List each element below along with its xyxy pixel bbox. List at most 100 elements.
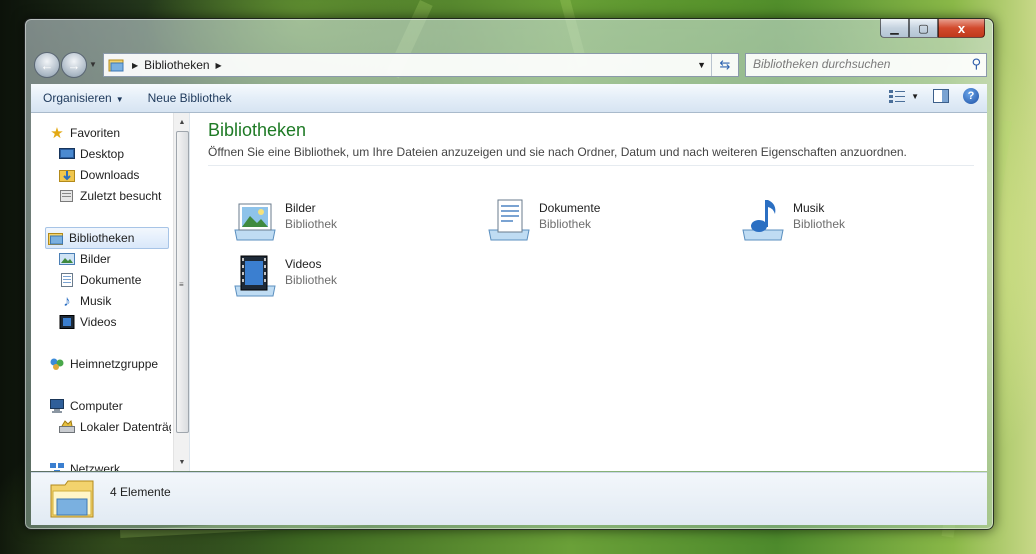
network-icon (49, 461, 65, 471)
navigation-pane: ★ Favoriten Desktop Downloads Zuletzt be… (31, 113, 171, 471)
documents-icon (59, 272, 75, 288)
recent-pages-dropdown[interactable]: ▼ (89, 60, 97, 69)
help-icon[interactable]: ? (963, 88, 979, 104)
pictures-icon (59, 251, 75, 267)
sidebar-item-label: Downloads (80, 168, 140, 182)
star-icon: ★ (50, 125, 64, 142)
preview-pane-icon[interactable] (933, 89, 949, 103)
sidebar-item-label: Netzwerk (70, 462, 121, 471)
library-name: Dokumente (539, 201, 601, 215)
close-button[interactable]: x (938, 19, 985, 38)
sidebar-item-recent[interactable]: Zuletzt besucht (59, 186, 161, 206)
new-library-button[interactable]: Neue Bibliothek (136, 91, 244, 105)
library-name: Musik (793, 201, 825, 215)
view-list-icon (889, 90, 906, 103)
breadcrumb-libraries[interactable]: Bibliotheken (144, 58, 209, 72)
forward-arrow-icon: → (67, 57, 81, 73)
libraries-folder-icon (50, 480, 94, 518)
library-type: Bibliothek (285, 217, 338, 231)
scroll-up-icon[interactable]: ▲ (174, 115, 190, 129)
sidebar-item-label: Dokumente (80, 273, 142, 287)
sidebar-item-pictures[interactable]: Bilder (59, 249, 111, 269)
organize-button[interactable]: Organisieren ▼ (31, 91, 136, 105)
scrollbar-thumb[interactable]: ≡ (176, 131, 189, 433)
library-type: Bibliothek (539, 217, 592, 231)
sidebar-item-label: Lokaler Datenträger (80, 420, 171, 434)
sidebar-item-label: Bibliotheken (69, 231, 135, 245)
search-icon[interactable]: ⚲ (971, 56, 981, 72)
sidebar-item-label: Videos (80, 315, 117, 329)
downloads-folder-icon (59, 167, 75, 183)
close-icon: x (957, 20, 966, 36)
homegroup-icon (49, 356, 65, 372)
page-description: Öffnen Sie eine Bibliothek, um Ihre Date… (208, 145, 907, 159)
details-pane: 4 Elemente (31, 472, 987, 525)
search-box[interactable]: ⚲ (745, 53, 987, 77)
documents-library-icon (488, 199, 530, 241)
divider (208, 165, 974, 166)
sidebar-item-libraries[interactable]: Bibliotheken (45, 227, 169, 249)
maximize-button[interactable]: ▢ (909, 19, 938, 38)
scroll-down-icon[interactable]: ▼ (174, 455, 190, 469)
chevron-down-icon[interactable]: ▼ (697, 60, 706, 70)
sidebar-item-favorites[interactable]: ★ Favoriten (49, 123, 120, 143)
breadcrumb-separator-icon[interactable]: ▶ (132, 61, 138, 70)
sidebar-item-computer[interactable]: Computer (49, 396, 123, 416)
libraries-view: Bibliotheken Öffnen Sie eine Bibliothek,… (191, 113, 987, 471)
recent-places-icon (59, 188, 75, 204)
address-bar[interactable]: ▶ Bibliotheken ▶ ▼ ⇆ (103, 53, 739, 77)
computer-icon (49, 398, 65, 414)
search-input[interactable] (746, 54, 959, 74)
sidebar-item-label: Bilder (80, 252, 111, 266)
refresh-icon: ⇆ (719, 57, 731, 72)
sidebar-item-local-disk[interactable]: Lokaler Datenträger (59, 417, 171, 437)
sidebar-item-homegroup[interactable]: Heimnetzgruppe (49, 354, 158, 374)
sidebar-item-label: Zuletzt besucht (80, 189, 162, 203)
pane-splitter[interactable] (189, 113, 190, 471)
local-disk-icon (59, 419, 75, 435)
library-tile-videos[interactable]: Videos Bibliothek (231, 252, 461, 300)
sidebar-item-label: Heimnetzgruppe (70, 357, 159, 371)
sidebar-item-label: Desktop (80, 147, 125, 161)
navigation-bar: ← → ▼ ▶ Bibliotheken ▶ ▼ ⇆ ⚲ (31, 49, 987, 79)
library-type: Bibliothek (285, 273, 338, 287)
sidebar-item-documents[interactable]: Dokumente (59, 270, 141, 290)
maximize-icon: ▢ (918, 22, 929, 35)
sidebar-item-desktop[interactable]: Desktop (59, 144, 124, 164)
refresh-button[interactable]: ⇆ (711, 54, 738, 76)
view-controls: ▼ ? (889, 88, 979, 104)
minimize-button[interactable]: ▁ (880, 19, 909, 38)
library-name: Videos (285, 257, 322, 271)
back-button[interactable]: ← (34, 52, 60, 78)
desktop-icon (59, 146, 75, 162)
sidebar-item-label: Computer (70, 399, 123, 413)
videos-icon (59, 314, 75, 330)
library-tile-documents[interactable]: Dokumente Bibliothek (485, 196, 715, 244)
minimize-icon: ▁ (890, 22, 899, 35)
sidebar-item-downloads[interactable]: Downloads (59, 165, 139, 185)
music-library-icon (742, 200, 784, 241)
sidebar-item-music[interactable]: ♪ Musik (59, 291, 111, 311)
change-view-button[interactable]: ▼ (889, 89, 919, 103)
chevron-down-icon: ▼ (115, 95, 124, 104)
library-tile-music[interactable]: Musik Bibliothek (739, 196, 969, 244)
explorer-window: ▁ ▢ x ← → ▼ ▶ Bibliotheken ▶ ▼ ⇆ ⚲ Organ… (24, 18, 994, 530)
organize-label: Organisieren (43, 91, 112, 105)
breadcrumb-separator-icon[interactable]: ▶ (216, 61, 222, 70)
chevron-down-icon: ▼ (911, 91, 919, 101)
sidebar-item-videos[interactable]: Videos (59, 312, 116, 332)
content-area: ★ Favoriten Desktop Downloads Zuletzt be… (31, 113, 987, 471)
page-title: Bibliotheken (208, 120, 307, 140)
forward-button[interactable]: → (61, 52, 87, 78)
item-count: 4 Elemente (110, 485, 171, 499)
music-icon: ♪ (63, 292, 71, 310)
caption-buttons: ▁ ▢ x (880, 19, 985, 38)
libraries-icon (48, 230, 64, 246)
command-bar: Organisieren ▼ Neue Bibliothek ▼ ? (31, 84, 987, 113)
videos-library-icon (234, 255, 276, 297)
sidebar-item-network[interactable]: Netzwerk (49, 459, 120, 471)
library-tile-pictures[interactable]: Bilder Bibliothek (231, 196, 461, 244)
pictures-library-icon (234, 203, 276, 241)
library-name: Bilder (285, 201, 316, 215)
navigation-pane-scrollbar[interactable]: ▲ ≡ ▼ (173, 113, 190, 471)
